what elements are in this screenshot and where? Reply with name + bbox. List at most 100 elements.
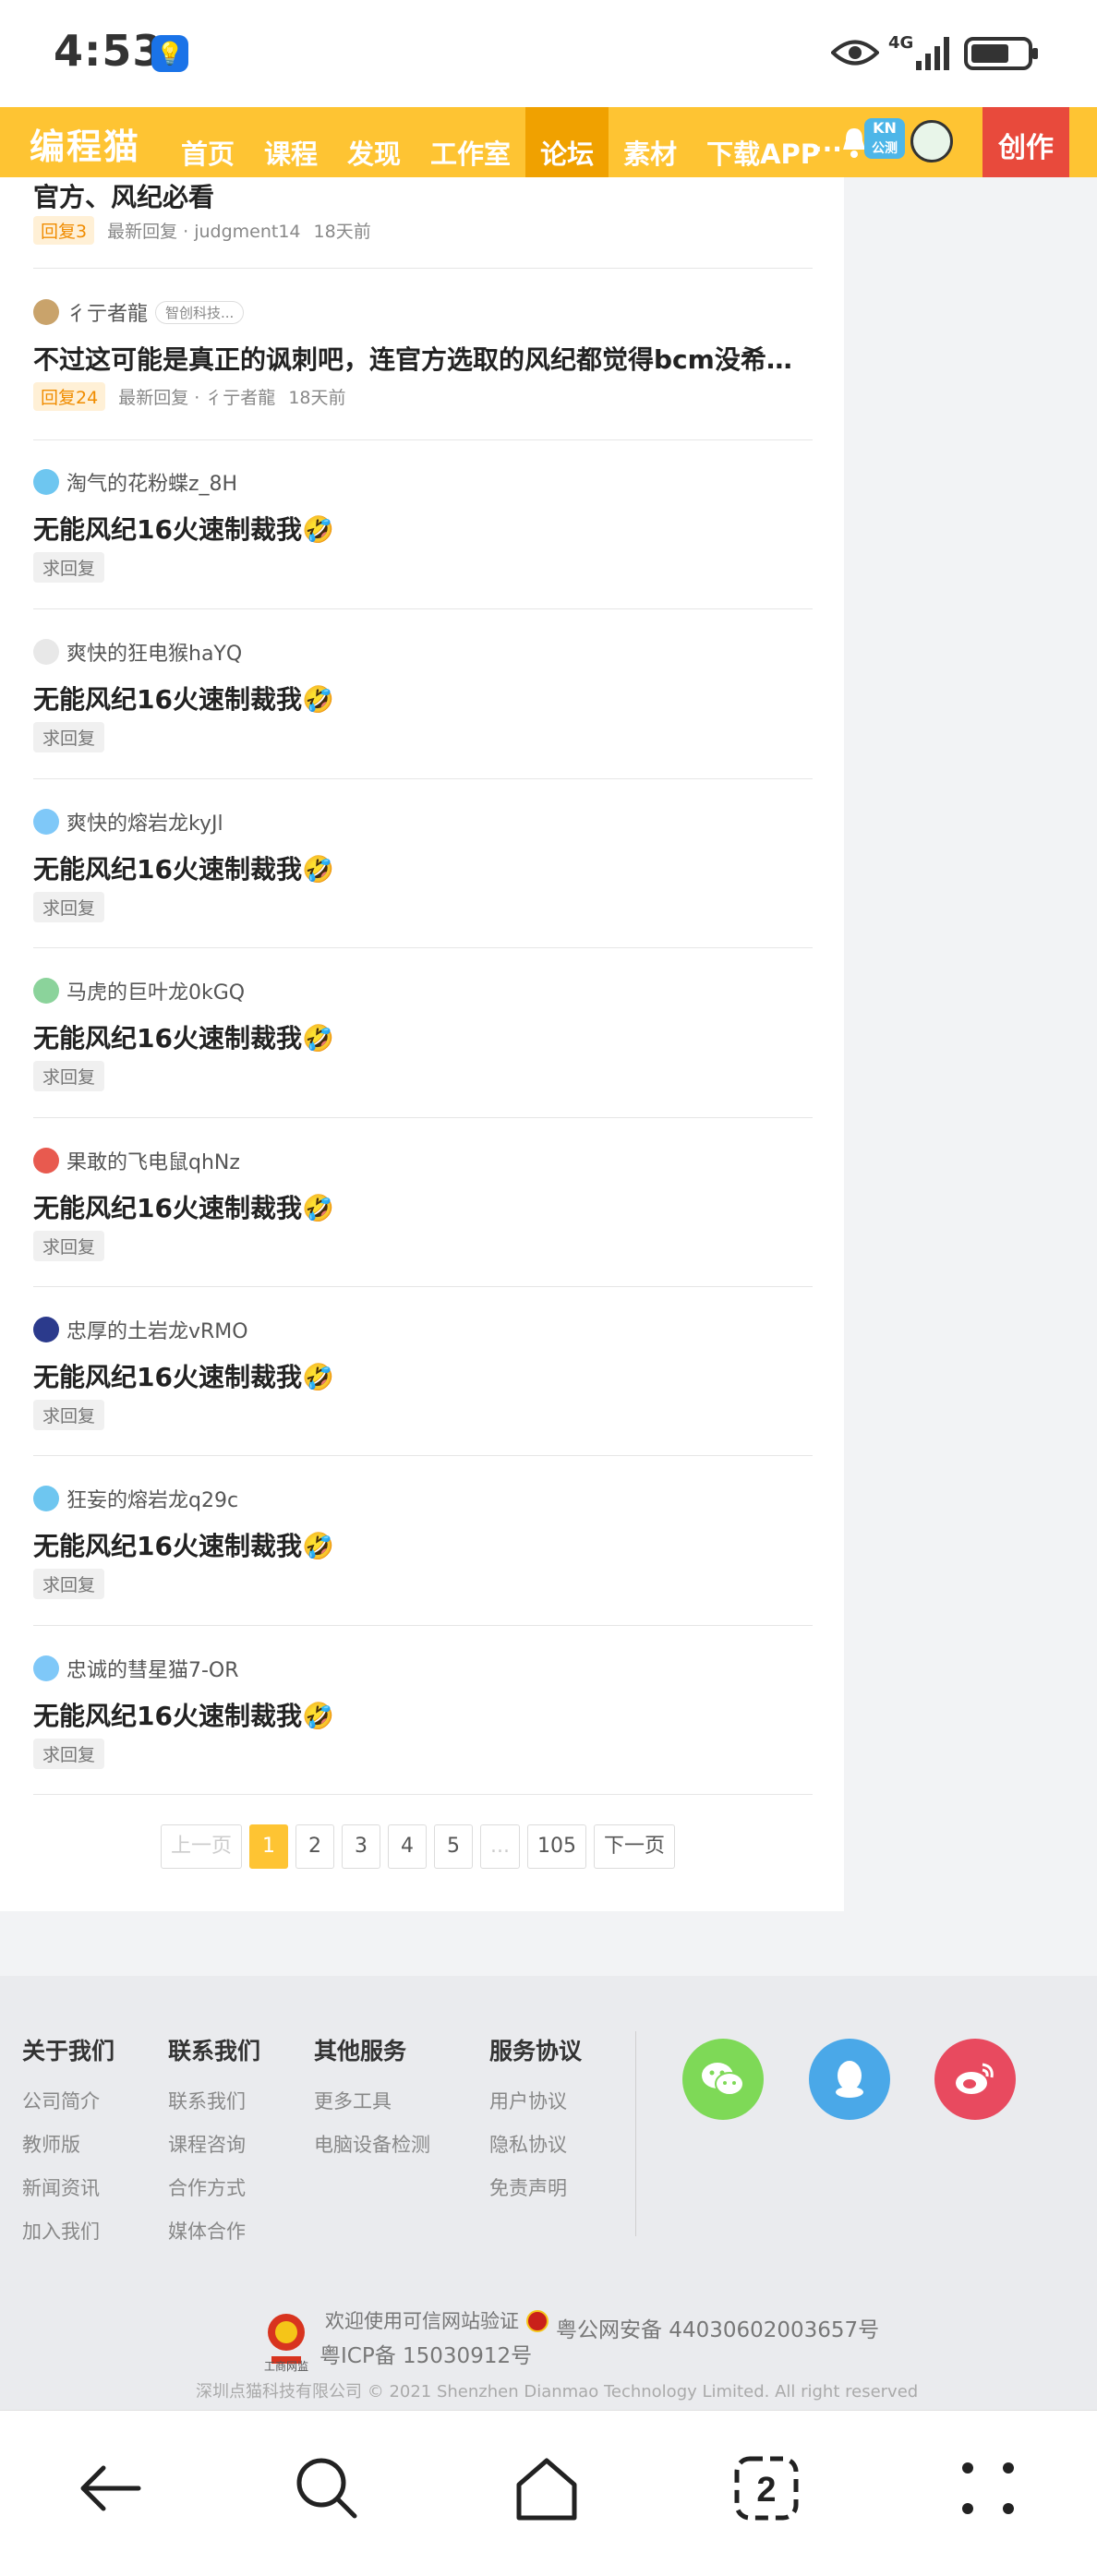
tabs-icon[interactable]: 2 bbox=[733, 2455, 800, 2522]
nav-item-courses[interactable]: 课程 bbox=[249, 107, 332, 177]
reply-status-badge: 求回复 bbox=[33, 1400, 105, 1430]
footer-link[interactable]: 媒体合作 bbox=[168, 2217, 260, 2245]
footer-link[interactable]: 联系我们 bbox=[168, 2087, 260, 2114]
post-author[interactable]: 爽快的狂电猴haYQ bbox=[66, 637, 242, 667]
post-title[interactable]: 无能风纪16火速制裁我🤣 bbox=[33, 1188, 813, 1225]
footer-link[interactable]: 用户协议 bbox=[489, 2087, 582, 2114]
next-page-button[interactable]: 下一页 bbox=[594, 1824, 676, 1869]
qq-icon bbox=[836, 2061, 863, 2098]
post-title[interactable]: 无能风纪16火速制裁我🤣 bbox=[33, 1526, 813, 1563]
post-author[interactable]: 爽快的熔岩龙kyJl bbox=[66, 807, 223, 837]
list-item[interactable]: 爽快的狂电猴haYQ 无能风纪16火速制裁我🤣 求回复 bbox=[33, 609, 813, 779]
list-item[interactable]: 忠诚的彗星猫7-OR 无能风纪16火速制裁我🤣 求回复 bbox=[33, 1626, 813, 1796]
prev-page-button[interactable]: 上一页 bbox=[161, 1824, 243, 1869]
list-item[interactable]: 果敢的飞电鼠qhNz 无能风纪16火速制裁我🤣 求回复 bbox=[33, 1118, 813, 1288]
page-button[interactable]: 4 bbox=[388, 1824, 428, 1869]
post-title[interactable]: 无能风纪16火速制裁我🤣 bbox=[33, 1696, 813, 1733]
reply-status-badge: 求回复 bbox=[33, 1739, 105, 1769]
post-author[interactable]: 狂妄的熔岩龙q29c bbox=[66, 1484, 238, 1513]
post-author[interactable]: 彳亍者龍 bbox=[66, 297, 148, 327]
nav-more-button[interactable]: ... bbox=[813, 127, 842, 158]
post-title[interactable]: 不过这可能是真正的讽刺吧，连官方选取的风纪都觉得bcm没希望... bbox=[33, 340, 813, 377]
avatar[interactable] bbox=[33, 978, 59, 1004]
weibo-button[interactable] bbox=[934, 2039, 1016, 2120]
list-item[interactable]: 忠厚的土岩龙vRMO 无能风纪16火速制裁我🤣 求回复 bbox=[33, 1287, 813, 1457]
list-item[interactable]: 彳亍者龍 智创科技... 不过这可能是真正的讽刺吧，连官方选取的风纪都觉得bcm… bbox=[33, 270, 813, 439]
user-avatar[interactable] bbox=[910, 120, 953, 163]
avatar[interactable] bbox=[33, 1148, 59, 1174]
list-item[interactable]: 淘气的花粉蝶z_8H 无能风纪16火速制裁我🤣 求回复 bbox=[33, 439, 813, 609]
post-author-row: 爽快的熔岩龙kyJl bbox=[33, 807, 223, 837]
post-author[interactable]: 果敢的飞电鼠qhNz bbox=[66, 1146, 240, 1175]
more-menu-icon[interactable] bbox=[955, 2455, 1021, 2522]
qq-button[interactable] bbox=[809, 2039, 890, 2120]
nav-item-materials[interactable]: 素材 bbox=[609, 107, 692, 177]
post-author-row: 爽快的狂电猴haYQ bbox=[33, 637, 242, 667]
create-button[interactable]: 创作 bbox=[982, 107, 1069, 177]
gongshang-badge-caption: 工商网监 bbox=[264, 2360, 309, 2373]
back-arrow-icon[interactable] bbox=[78, 2455, 144, 2522]
page-button[interactable]: 3 bbox=[342, 1824, 381, 1869]
post-author-row: 彳亍者龍 智创科技... bbox=[33, 297, 245, 327]
reply-status-badge: 求回复 bbox=[33, 722, 105, 752]
police-emblem-icon bbox=[526, 2310, 548, 2332]
reply-status-badge: 求回复 bbox=[33, 1569, 105, 1599]
footer-link[interactable]: 电脑设备检测 bbox=[314, 2130, 430, 2158]
list-item[interactable]: 爽快的熔岩龙kyJl 无能风纪16火速制裁我🤣 求回复 bbox=[33, 779, 813, 949]
post-author[interactable]: 忠诚的彗星猫7-OR bbox=[66, 1654, 239, 1683]
search-icon[interactable] bbox=[294, 2455, 360, 2522]
footer-link[interactable]: 合作方式 bbox=[168, 2173, 260, 2201]
avatar[interactable] bbox=[33, 639, 59, 665]
svg-text:2: 2 bbox=[756, 2471, 776, 2510]
footer-link[interactable]: 公司简介 bbox=[22, 2087, 115, 2114]
nav-item-discover[interactable]: 发现 bbox=[332, 107, 416, 177]
page-button[interactable]: 2 bbox=[295, 1824, 335, 1869]
footer-link[interactable]: 隐私协议 bbox=[489, 2130, 582, 2158]
trust-verify-text[interactable]: 欢迎使用可信网站验证 bbox=[325, 2306, 519, 2334]
page-button[interactable]: 5 bbox=[434, 1824, 474, 1869]
nav-item-studio[interactable]: 工作室 bbox=[416, 107, 525, 177]
post-author[interactable]: 淘气的花粉蝶z_8H bbox=[66, 467, 237, 497]
icp-text[interactable]: 粤ICP备 15030912号 bbox=[319, 2338, 532, 2369]
home-icon[interactable] bbox=[513, 2455, 580, 2522]
avatar[interactable] bbox=[33, 469, 59, 495]
footer-link[interactable]: 更多工具 bbox=[314, 2087, 430, 2114]
reply-status-badge: 求回复 bbox=[33, 892, 105, 922]
post-author[interactable]: 马虎的巨叶龙0kGQ bbox=[66, 976, 245, 1005]
post-meta: 求回复 bbox=[33, 1231, 105, 1261]
police-record-text[interactable]: 粤公网安备 44030602003657号 bbox=[556, 2312, 879, 2343]
site-logo[interactable]: 编程猫 bbox=[30, 118, 140, 169]
footer-col-about: 关于我们 公司简介 教师版 新闻资讯 加入我们 bbox=[22, 2033, 115, 2260]
page-button[interactable]: 1 bbox=[249, 1824, 289, 1869]
footer-link[interactable]: 课程咨询 bbox=[168, 2130, 260, 2158]
footer-link[interactable]: 新闻资讯 bbox=[22, 2173, 115, 2201]
nav-item-home[interactable]: 首页 bbox=[166, 107, 249, 177]
page-button[interactable]: 105 bbox=[527, 1824, 586, 1869]
post-author[interactable]: 忠厚的土岩龙vRMO bbox=[66, 1315, 248, 1344]
avatar[interactable] bbox=[33, 1317, 59, 1342]
avatar[interactable] bbox=[33, 1486, 59, 1511]
post-meta: 回复24 最新回复 · 彳亍者龍 18天前 bbox=[33, 382, 346, 411]
pagination: 上一页 1 2 3 4 5 ... 105 下一页 bbox=[161, 1824, 676, 1869]
avatar[interactable] bbox=[33, 1655, 59, 1681]
post-title[interactable]: 无能风纪16火速制裁我🤣 bbox=[33, 1357, 813, 1394]
post-title[interactable]: 无能风纪16火速制裁我🤣 bbox=[33, 849, 813, 886]
post-title[interactable]: 无能风纪16火速制裁我🤣 bbox=[33, 510, 813, 547]
post-author-row: 忠厚的土岩龙vRMO bbox=[33, 1315, 248, 1344]
post-title[interactable]: 无能风纪16火速制裁我🤣 bbox=[33, 680, 813, 716]
post-title[interactable]: 无能风纪16火速制裁我🤣 bbox=[33, 1018, 813, 1055]
post-title[interactable]: 官方、风纪必看 bbox=[33, 177, 214, 214]
list-item[interactable]: 狂妄的熔岩龙q29c 无能风纪16火速制裁我🤣 求回复 bbox=[33, 1456, 813, 1626]
post-author-row: 淘气的花粉蝶z_8H bbox=[33, 467, 237, 497]
kn-badge[interactable]: KN 公测 bbox=[864, 118, 905, 159]
footer-link[interactable]: 免责声明 bbox=[489, 2173, 582, 2201]
avatar[interactable] bbox=[33, 809, 59, 835]
reply-status-badge: 求回复 bbox=[33, 1061, 105, 1091]
footer-link[interactable]: 教师版 bbox=[22, 2130, 115, 2158]
divider bbox=[635, 2031, 636, 2236]
footer-link[interactable]: 加入我们 bbox=[22, 2217, 115, 2245]
post-author-row: 果敢的飞电鼠qhNz bbox=[33, 1146, 240, 1175]
list-item[interactable]: 马虎的巨叶龙0kGQ 无能风纪16火速制裁我🤣 求回复 bbox=[33, 948, 813, 1118]
wechat-button[interactable] bbox=[682, 2039, 764, 2120]
avatar[interactable] bbox=[33, 299, 59, 325]
